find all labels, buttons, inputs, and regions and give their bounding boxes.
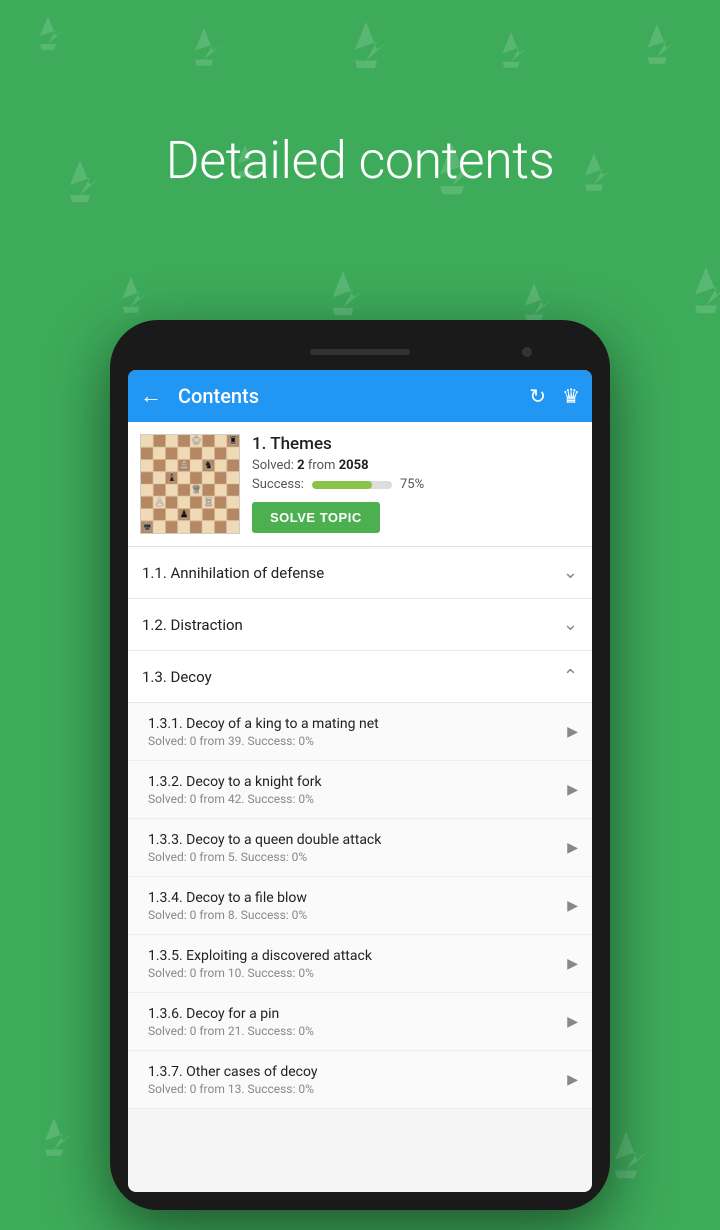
sub-item-content-1-3-2: 1.3.2. Decoy to a knight fork Solved: 0 … — [148, 774, 559, 806]
topic-title: 1. Themes — [252, 434, 580, 454]
phone-speaker — [310, 349, 410, 355]
sub-item-meta-1-3-2: Solved: 0 from 42. Success: 0% — [148, 792, 559, 806]
sub-item-content-1-3-3: 1.3.3. Decoy to a queen double attack So… — [148, 832, 559, 864]
chevron-down-icon-1-1: ⌄ — [563, 562, 578, 583]
play-icon-1-3-3: ▶ — [567, 840, 578, 856]
app-bar-title: Contents — [178, 384, 529, 408]
section-label-1-3: 1.3. Decoy — [142, 668, 563, 686]
sub-item-1-3-5[interactable]: 1.3.5. Exploiting a discovered attack So… — [128, 935, 592, 993]
phone-frame: ← Contents ↻ ♛ 1. Themes Solved: 2 from — [110, 320, 610, 1210]
app-bar: ← Contents ↻ ♛ — [128, 370, 592, 422]
sub-item-1-3-7[interactable]: 1.3.7. Other cases of decoy Solved: 0 fr… — [128, 1051, 592, 1109]
sub-item-content-1-3-4: 1.3.4. Decoy to a file blow Solved: 0 fr… — [148, 890, 559, 922]
sub-item-content-1-3-5: 1.3.5. Exploiting a discovered attack So… — [148, 948, 559, 980]
sub-item-title-1-3-6: 1.3.6. Decoy for a pin — [148, 1006, 559, 1022]
success-label: Success: — [252, 477, 304, 492]
progress-bar-fill — [312, 481, 372, 489]
section-item-1-3[interactable]: 1.3. Decoy ⌃ — [128, 651, 592, 703]
sub-item-1-3-6[interactable]: 1.3.6. Decoy for a pin Solved: 0 from 21… — [128, 993, 592, 1051]
play-icon-1-3-2: ▶ — [567, 782, 578, 798]
phone-top-bar — [128, 338, 592, 366]
play-icon-1-3-1: ▶ — [567, 724, 578, 740]
sub-item-meta-1-3-1: Solved: 0 from 39. Success: 0% — [148, 734, 559, 748]
phone-camera — [522, 347, 532, 357]
topic-solved-text: Solved: 2 from 2058 — [252, 458, 580, 473]
sub-item-1-3-2[interactable]: 1.3.2. Decoy to a knight fork Solved: 0 … — [128, 761, 592, 819]
play-icon-1-3-4: ▶ — [567, 898, 578, 914]
app-bar-icons: ↻ ♛ — [529, 384, 580, 408]
section-item-1-2[interactable]: 1.2. Distraction ⌄ — [128, 599, 592, 651]
sub-item-content-1-3-6: 1.3.6. Decoy for a pin Solved: 0 from 21… — [148, 1006, 559, 1038]
success-row: Success: 75% — [252, 477, 580, 492]
section-label-1-1: 1.1. Annihilation of defense — [142, 564, 563, 582]
chevron-down-icon-1-2: ⌄ — [563, 614, 578, 635]
sub-item-title-1-3-2: 1.3.2. Decoy to a knight fork — [148, 774, 559, 790]
sub-item-content-1-3-7: 1.3.7. Other cases of decoy Solved: 0 fr… — [148, 1064, 559, 1096]
refresh-icon[interactable]: ↻ — [529, 384, 546, 408]
success-percentage: 75% — [400, 477, 424, 492]
section-item-1-1[interactable]: 1.1. Annihilation of defense ⌄ — [128, 547, 592, 599]
play-icon-1-3-6: ▶ — [567, 1014, 578, 1030]
progress-bar — [312, 481, 392, 489]
sub-item-meta-1-3-3: Solved: 0 from 5. Success: 0% — [148, 850, 559, 864]
sub-item-title-1-3-3: 1.3.3. Decoy to a queen double attack — [148, 832, 559, 848]
topic-info: 1. Themes Solved: 2 from 2058 Success: 7… — [252, 434, 580, 533]
sub-item-1-3-1[interactable]: 1.3.1. Decoy of a king to a mating net S… — [128, 703, 592, 761]
sub-item-title-1-3-4: 1.3.4. Decoy to a file blow — [148, 890, 559, 906]
chess-board-thumbnail — [140, 434, 240, 534]
sub-item-1-3-4[interactable]: 1.3.4. Decoy to a file blow Solved: 0 fr… — [128, 877, 592, 935]
page-title: Detailed contents — [0, 130, 720, 191]
butterfly-icon[interactable]: ♛ — [562, 384, 580, 408]
section-label-1-2: 1.2. Distraction — [142, 616, 563, 634]
sub-item-content-1-3-1: 1.3.1. Decoy of a king to a mating net S… — [148, 716, 559, 748]
sub-item-title-1-3-7: 1.3.7. Other cases of decoy — [148, 1064, 559, 1080]
sub-item-meta-1-3-4: Solved: 0 from 8. Success: 0% — [148, 908, 559, 922]
sub-item-1-3-3[interactable]: 1.3.3. Decoy to a queen double attack So… — [128, 819, 592, 877]
sub-item-title-1-3-5: 1.3.5. Exploiting a discovered attack — [148, 948, 559, 964]
solve-topic-button[interactable]: SOLVE TOPIC — [252, 502, 380, 533]
sub-item-meta-1-3-7: Solved: 0 from 13. Success: 0% — [148, 1082, 559, 1096]
topic-card: 1. Themes Solved: 2 from 2058 Success: 7… — [128, 422, 592, 547]
play-icon-1-3-7: ▶ — [567, 1072, 578, 1088]
sub-item-title-1-3-1: 1.3.1. Decoy of a king to a mating net — [148, 716, 559, 732]
phone-screen: ← Contents ↻ ♛ 1. Themes Solved: 2 from — [128, 370, 592, 1192]
back-button[interactable]: ← — [140, 383, 162, 409]
play-icon-1-3-5: ▶ — [567, 956, 578, 972]
chevron-up-icon-1-3: ⌃ — [563, 666, 578, 687]
scroll-content[interactable]: 1. Themes Solved: 2 from 2058 Success: 7… — [128, 422, 592, 1192]
sub-item-meta-1-3-6: Solved: 0 from 21. Success: 0% — [148, 1024, 559, 1038]
sub-item-meta-1-3-5: Solved: 0 from 10. Success: 0% — [148, 966, 559, 980]
